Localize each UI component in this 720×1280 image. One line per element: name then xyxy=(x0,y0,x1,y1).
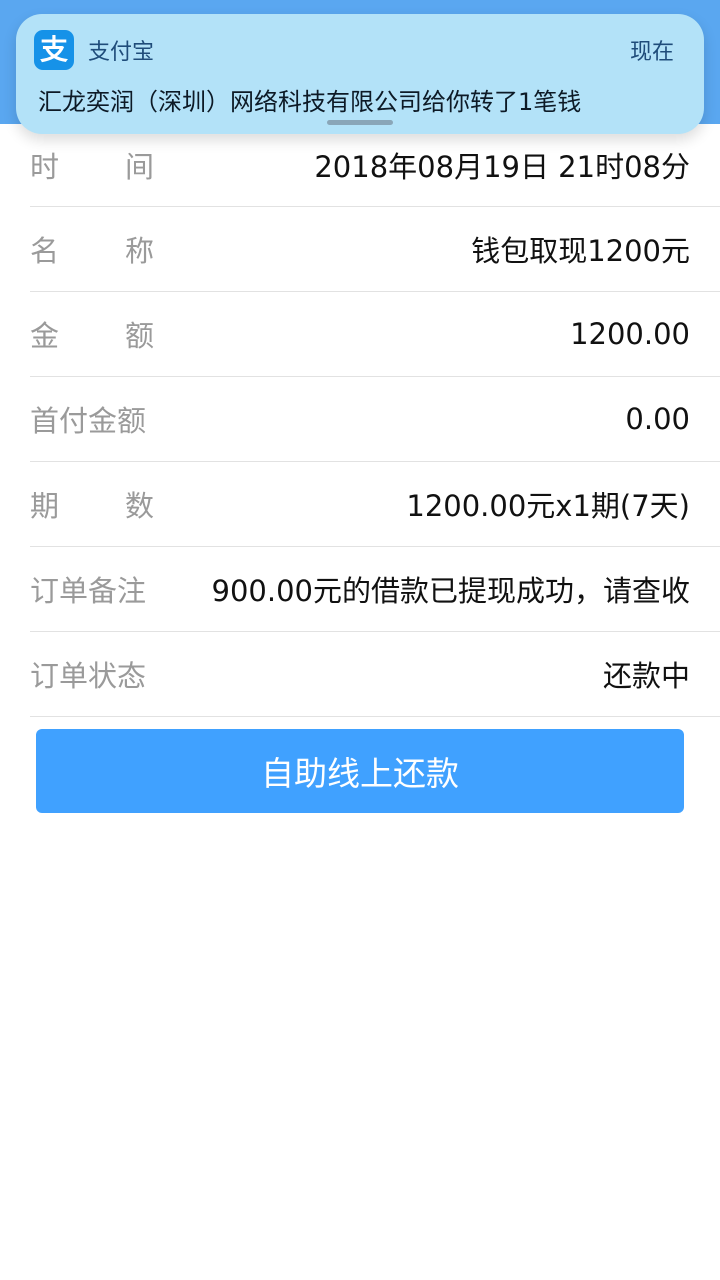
order-detail-list: 时 间 2018年08月19日 21时08分 名 称 钱包取现1200元 金 额… xyxy=(0,124,720,717)
label-char: 数 xyxy=(124,489,154,523)
label-char: 间 xyxy=(124,150,154,184)
detail-label-time: 时 间 xyxy=(30,124,154,206)
notification-time: 现在 xyxy=(629,40,674,65)
label-char: 额 xyxy=(124,319,154,353)
detail-row-down-payment: 首付金额 0.00 xyxy=(30,377,720,462)
order-detail-page: 支 支付宝 现在 汇龙奕润（深圳）网络科技有限公司给你转了1笔钱 时 间 201… xyxy=(0,0,720,1280)
detail-row-name: 名 称 钱包取现1200元 xyxy=(30,207,720,292)
alipay-app-icon: 支 xyxy=(34,30,74,70)
detail-label-order-note: 订单备注 xyxy=(30,574,147,608)
detail-row-order-note: 订单备注 900.00元的借款已提现成功，请查收 xyxy=(30,547,720,632)
notification-app-name: 支付宝 xyxy=(88,40,155,65)
notification-drag-handle[interactable] xyxy=(327,120,393,125)
notification-message: 汇龙奕润（深圳）网络科技有限公司给你转了1笔钱 xyxy=(38,88,582,116)
label-char: 名 xyxy=(30,234,60,268)
detail-row-amount: 金 额 1200.00 xyxy=(30,292,720,377)
push-notification-banner[interactable]: 支 支付宝 现在 汇龙奕润（深圳）网络科技有限公司给你转了1笔钱 xyxy=(16,14,704,134)
detail-label-name: 名 称 xyxy=(30,207,154,291)
detail-value-down-payment: 0.00 xyxy=(625,402,690,436)
label-char: 期 xyxy=(30,489,60,523)
self-service-repay-button[interactable]: 自助线上还款 xyxy=(36,729,684,813)
label-char: 时 xyxy=(30,150,60,184)
detail-value-order-note: 900.00元的借款已提现成功，请查收 xyxy=(211,574,690,608)
detail-label-order-status: 订单状态 xyxy=(30,659,147,693)
detail-row-time: 时 间 2018年08月19日 21时08分 xyxy=(30,124,720,207)
detail-value-amount: 1200.00 xyxy=(570,317,690,351)
label-char: 称 xyxy=(124,234,154,268)
detail-value-installments: 1200.00元x1期(7天) xyxy=(406,489,690,523)
detail-label-down-payment: 首付金额 xyxy=(30,404,147,438)
detail-row-order-status: 订单状态 还款中 xyxy=(30,632,720,717)
detail-value-name: 钱包取现1200元 xyxy=(471,234,690,268)
label-char: 金 xyxy=(30,319,60,353)
detail-label-amount: 金 额 xyxy=(30,292,154,376)
detail-label-installments: 期 数 xyxy=(30,462,154,546)
detail-row-installments: 期 数 1200.00元x1期(7天) xyxy=(30,462,720,547)
detail-value-time: 2018年08月19日 21时08分 xyxy=(314,150,690,184)
detail-value-order-status: 还款中 xyxy=(602,659,690,693)
